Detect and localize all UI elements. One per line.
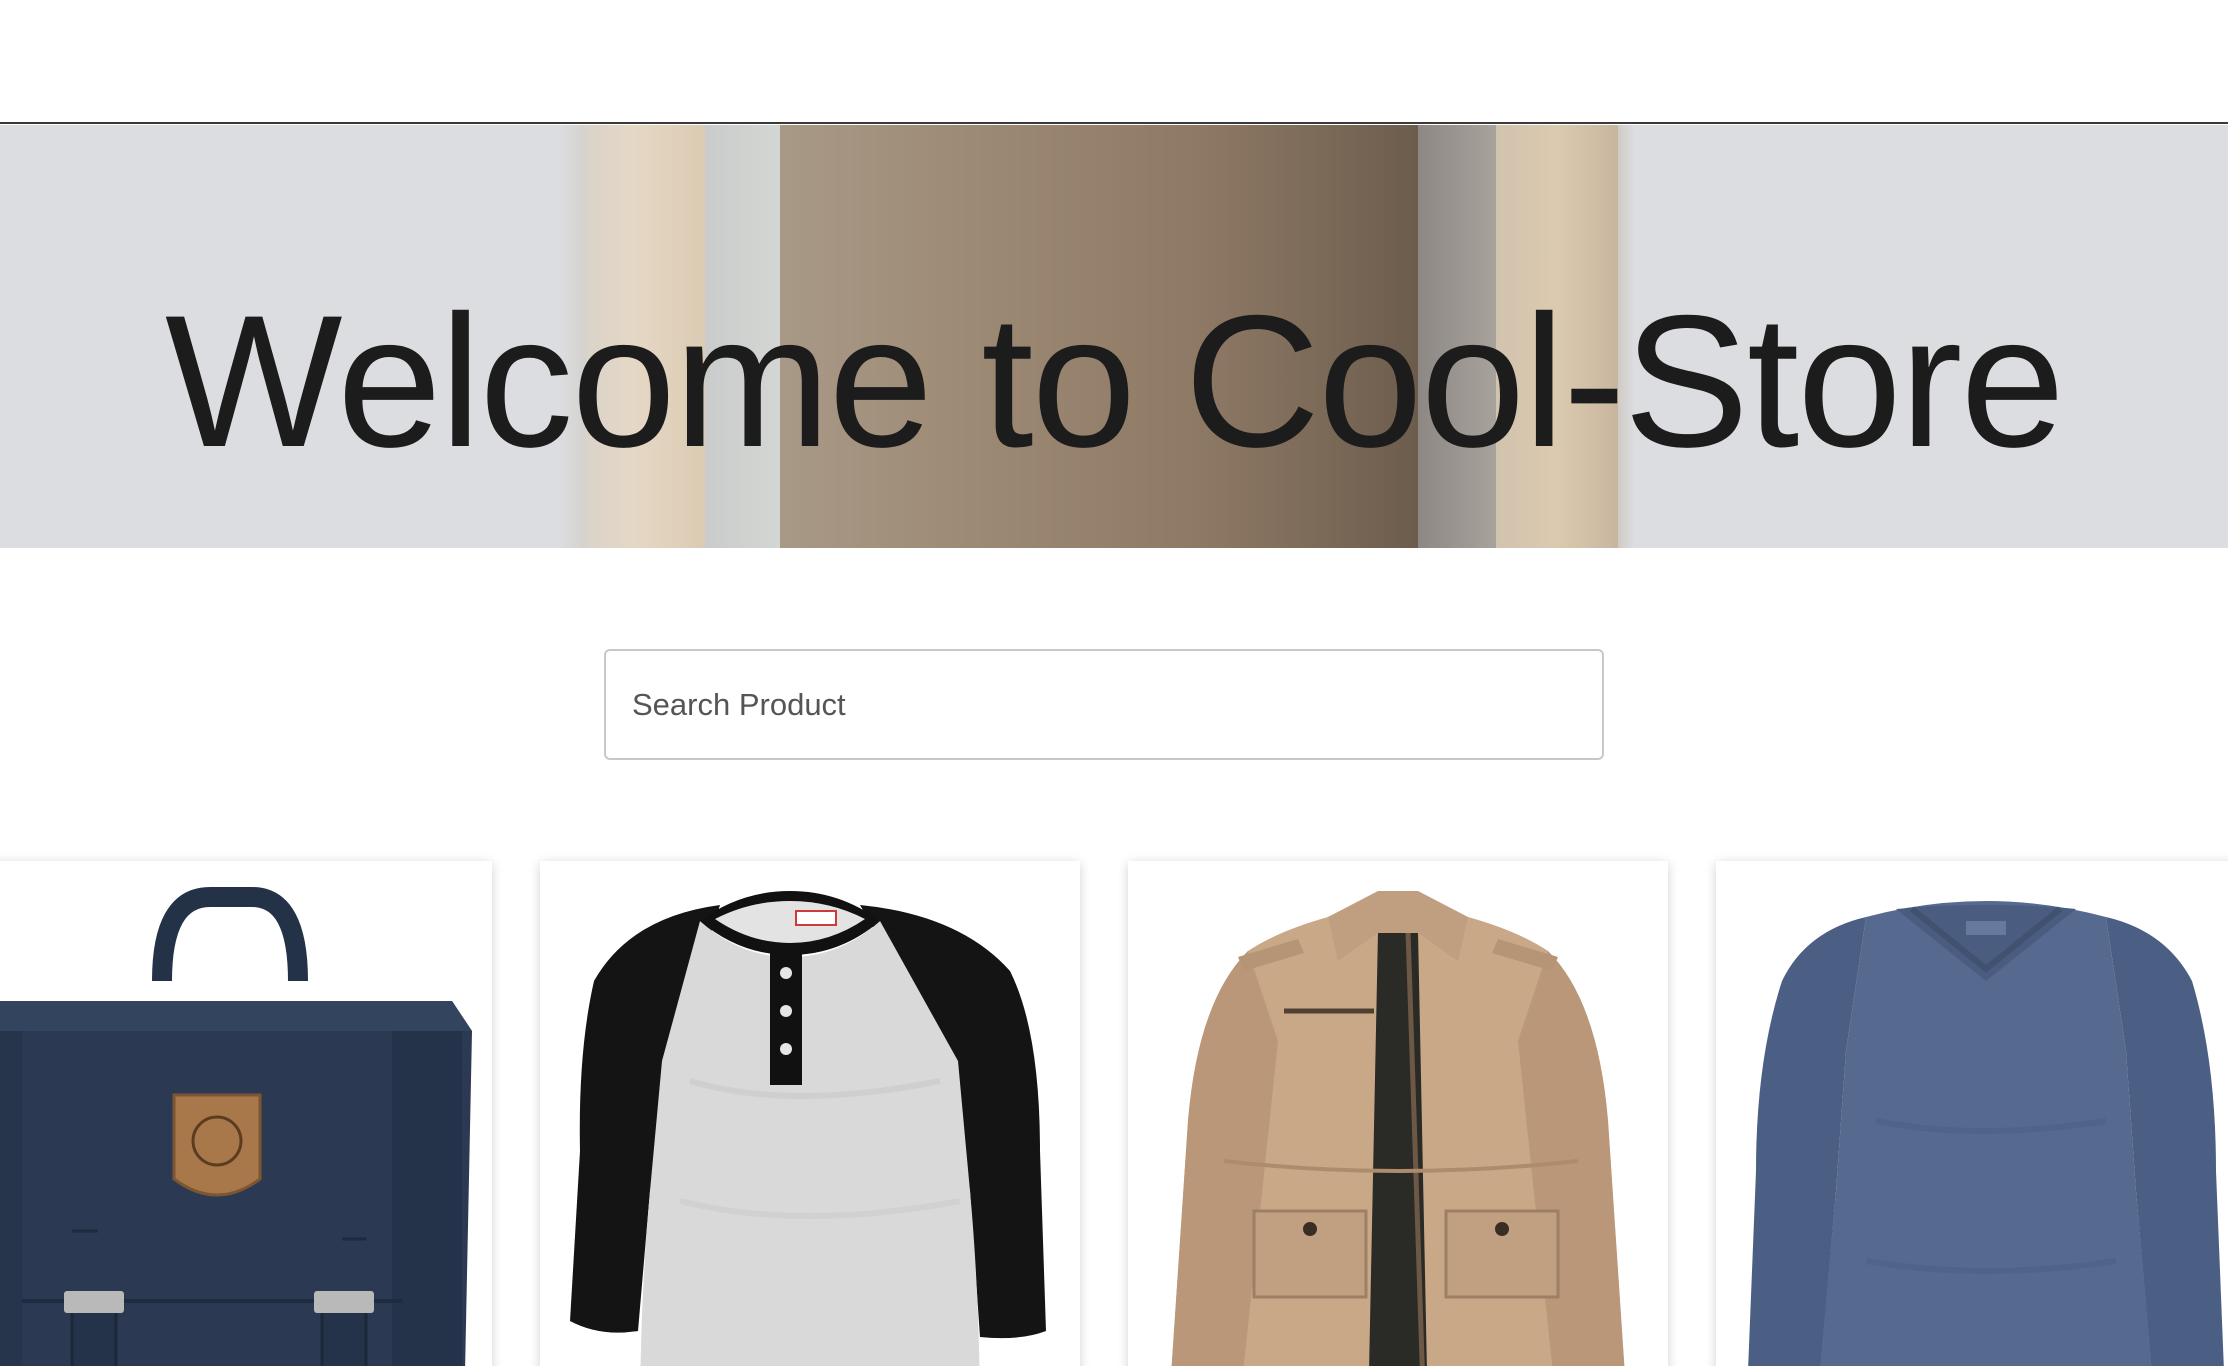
product-card[interactable] [0, 861, 492, 1366]
page: Welcome to Cool-Store [0, 0, 2228, 1366]
product-card[interactable] [540, 861, 1080, 1366]
product-card[interactable] [1716, 861, 2228, 1366]
search-input[interactable] [604, 649, 1604, 760]
hero-banner: Welcome to Cool-Store [0, 125, 2228, 548]
product-image-henley-shirt [570, 891, 1046, 1366]
hero-title: Welcome to Cool-Store [165, 276, 2065, 486]
top-nav [0, 0, 2228, 124]
product-card[interactable] [1128, 861, 1668, 1366]
search-container [604, 649, 1604, 760]
product-image-jacket [1171, 891, 1625, 1366]
product-image-backpack [0, 887, 472, 1366]
product-image-vneck-shirt [1748, 901, 2224, 1366]
